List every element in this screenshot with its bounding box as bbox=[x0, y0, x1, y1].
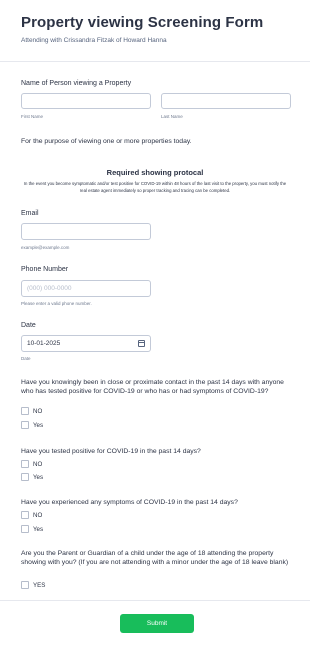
option-label: NO bbox=[33, 511, 43, 519]
question-1-option-yes[interactable]: Yes bbox=[21, 421, 43, 429]
question-1: Have you knowingly been in close or prox… bbox=[21, 379, 284, 395]
form-subtitle: Attending with Crissandra Fitzak of Howa… bbox=[21, 37, 167, 44]
form-title: Property viewing Screening Form bbox=[21, 14, 264, 31]
protocol-text: In the event you become symptomatic and/… bbox=[23, 181, 287, 193]
question-2-option-no[interactable]: NO bbox=[21, 460, 42, 468]
email-input[interactable] bbox=[21, 223, 151, 240]
question-4: Are you the Parent or Guardian of a chil… bbox=[21, 550, 289, 566]
question-4-option-yes[interactable]: YES bbox=[21, 581, 45, 589]
date-value: 10-01-2025 bbox=[27, 340, 61, 347]
name-label: Name of Person viewing a Property bbox=[21, 80, 132, 87]
email-sublabel: example@example.com bbox=[21, 245, 70, 250]
checkbox[interactable] bbox=[21, 421, 29, 429]
checkbox[interactable] bbox=[21, 581, 29, 589]
date-sublabel: Date bbox=[21, 356, 31, 361]
phone-placeholder: (000) 000-0000 bbox=[27, 285, 72, 292]
last-name-sublabel: Last Name bbox=[161, 114, 183, 119]
checkbox[interactable] bbox=[21, 460, 29, 468]
purpose-text: For the purpose of viewing one or more p… bbox=[21, 138, 192, 145]
date-label: Date bbox=[21, 322, 36, 329]
last-name-input[interactable] bbox=[161, 93, 291, 109]
option-label: NO bbox=[33, 407, 43, 415]
option-label: Yes bbox=[33, 473, 44, 481]
form-header: Property viewing Screening Form Attendin… bbox=[0, 0, 310, 62]
question-2: Have you tested positive for COVID-19 in… bbox=[21, 448, 201, 455]
question-3: Have you experienced any symptoms of COV… bbox=[21, 499, 238, 506]
option-label: Yes bbox=[33, 525, 44, 533]
submit-button[interactable]: Submit bbox=[120, 614, 194, 633]
first-name-sublabel: First Name bbox=[21, 114, 44, 119]
phone-label: Phone Number bbox=[21, 266, 69, 273]
calendar-icon[interactable] bbox=[138, 340, 145, 347]
first-name-input[interactable] bbox=[21, 93, 151, 109]
checkbox[interactable] bbox=[21, 525, 29, 533]
protocol-title: Required showing protocal bbox=[106, 168, 204, 177]
option-label: NO bbox=[33, 460, 43, 468]
phone-sublabel: Please enter a valid phone number. bbox=[21, 301, 92, 306]
footer-divider bbox=[0, 600, 310, 601]
option-label: Yes bbox=[33, 421, 44, 429]
question-1-option-no[interactable]: NO bbox=[21, 407, 42, 415]
date-input[interactable]: 10-01-2025 bbox=[21, 335, 151, 352]
checkbox[interactable] bbox=[21, 511, 29, 519]
question-3-option-yes[interactable]: Yes bbox=[21, 525, 43, 533]
email-label: Email bbox=[21, 210, 39, 217]
option-label: YES bbox=[33, 581, 46, 589]
phone-input[interactable]: (000) 000-0000 bbox=[21, 280, 151, 297]
question-2-option-yes[interactable]: Yes bbox=[21, 473, 43, 481]
checkbox[interactable] bbox=[21, 407, 29, 415]
checkbox[interactable] bbox=[21, 473, 29, 481]
question-3-option-no[interactable]: NO bbox=[21, 511, 42, 519]
